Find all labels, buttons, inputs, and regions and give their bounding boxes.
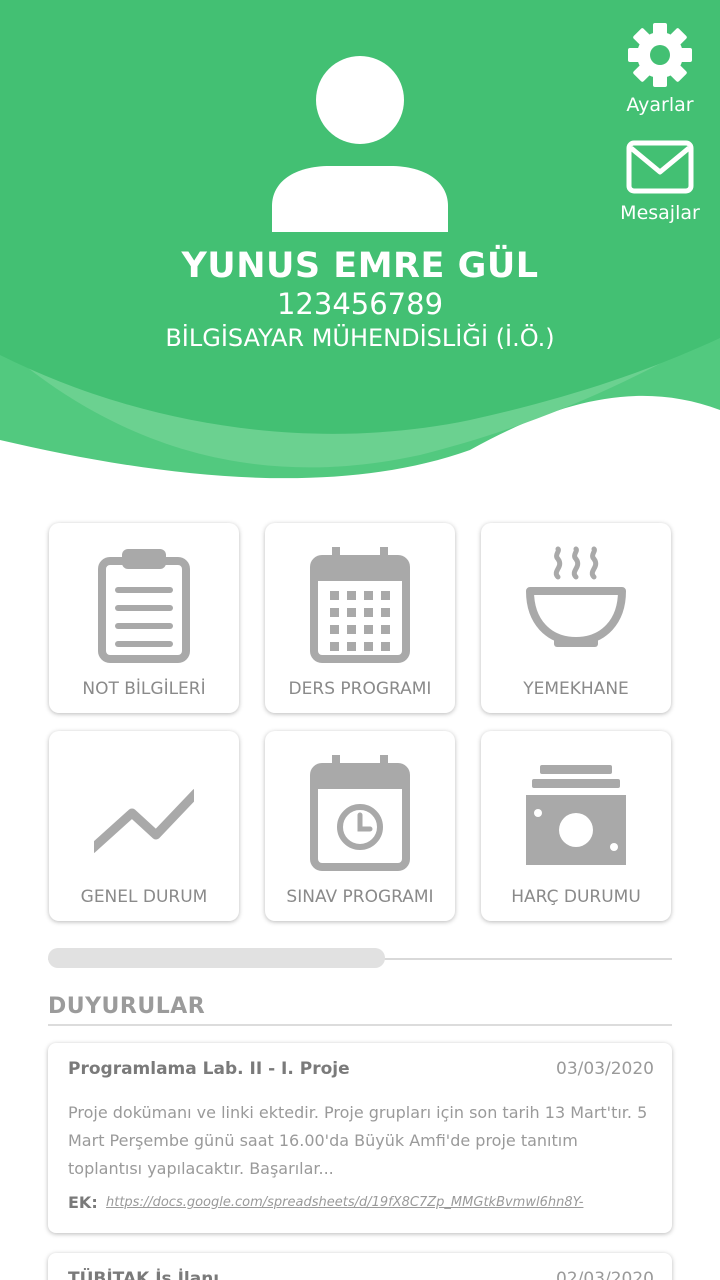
student-number: 123456789 [276,287,444,321]
gear-icon [628,23,692,87]
calendar-clock-icon [310,755,410,871]
announcement-body: Proje dokümanı ve linki ektedir. Proje g… [68,1103,648,1178]
tile-label: GENEL DURUM [80,887,208,907]
tile-label: SINAV PROGRAMI [286,887,434,907]
soup-bowl-icon [526,546,626,647]
tile-harc-durumu[interactable]: HARÇ DURUMU [481,731,671,921]
tile-label: HARÇ DURUMU [511,887,641,907]
tile-yemekhane[interactable]: YEMEKHANE [481,523,671,713]
announcements-divider [48,1024,672,1026]
pager-scrollbar[interactable] [48,948,385,968]
announcements-title: DUYURULAR [48,994,206,1019]
department-name: BİLGİSAYAR MÜHENDİSLİĞİ (İ.Ö.) [165,324,555,352]
tile-label: NOT BİLGİLERİ [82,679,206,699]
announcement-card[interactable]: Programlama Lab. II - I. Proje 03/03/202… [48,1043,672,1233]
profile-avatar-icon [272,56,448,232]
announcement-title: TÜBİTAK İş İlanı [68,1269,220,1280]
announcement-title: Programlama Lab. II - I. Proje [68,1059,350,1079]
messages-button[interactable]: Mesajlar [610,140,710,224]
announcement-date: 02/03/2020 [556,1269,654,1280]
calendar-icon [310,547,410,663]
tile-ders-programi[interactable]: DERS PROGRAMI [265,523,455,713]
tile-label: YEMEKHANE [523,679,629,699]
settings-label: Ayarlar [626,94,694,116]
tile-label: DERS PROGRAMI [288,679,432,699]
attachment-label: EK: [68,1193,98,1212]
tile-sinav-programi[interactable]: SINAV PROGRAMI [265,731,455,921]
tile-not-bilgileri[interactable]: NOT BİLGİLERİ [49,523,239,713]
clipboard-icon [98,549,190,663]
announcement-date: 03/03/2020 [556,1059,654,1079]
messages-label: Mesajlar [620,202,700,224]
settings-button[interactable]: Ayarlar [610,22,710,116]
announcement-card[interactable]: TÜBİTAK İş İlanı 02/03/2020 [48,1253,672,1280]
tile-genel-durum[interactable]: GENEL DURUM [49,731,239,921]
attachment-link[interactable]: https://docs.google.com/spreadsheets/d/1… [106,1195,583,1210]
trend-line-icon [94,788,194,854]
envelope-icon [626,140,694,194]
user-name: YUNUS EMRE GÜL [181,246,539,286]
money-icon [526,765,626,865]
